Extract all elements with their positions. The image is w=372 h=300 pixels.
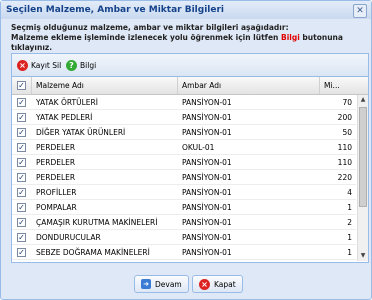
cell-miktar: 1	[347, 248, 352, 257]
cell-malzeme: DONDURUCULAR	[36, 233, 101, 242]
cell-malzeme: YATAK ÖRTÜLERİ	[36, 98, 98, 107]
row-checkbox[interactable]: ✓	[17, 233, 26, 242]
cell-ambar: PANSİYON-01	[182, 98, 232, 107]
cell-miktar: 50	[342, 128, 352, 137]
cell-ambar: PANSİYON-01	[182, 248, 232, 257]
cell-miktar: 2	[347, 218, 352, 227]
cell-ambar: PANSİYON-01	[182, 188, 232, 197]
row-checkbox[interactable]: ✓	[17, 203, 26, 212]
grid-header: ✓ Malzeme Adı Ambar Adı Mi...	[12, 77, 368, 95]
cell-ambar: PANSİYON-01	[182, 113, 232, 122]
info-line-2-start: Malzeme ekleme işleminde izlenecek yolu …	[11, 33, 281, 42]
row-checkbox[interactable]: ✓	[17, 248, 26, 257]
grid-panel: × Kayıt Sil ? Bilgi ✓ Malzeme Adı Ambar …	[11, 53, 369, 263]
table-row[interactable]: ✓ PERDELER PANSİYON-01 220	[12, 170, 356, 185]
arrow-right-icon: ➜	[141, 279, 151, 289]
table-row[interactable]: ✓ DİĞER YATAK ÜRÜNLERİ PANSİYON-01 50	[12, 125, 356, 140]
vertical-scrollbar[interactable]: ▲ ▼	[357, 95, 368, 261]
grid-toolbar: × Kayıt Sil ? Bilgi	[12, 54, 368, 77]
cell-ambar: PANSİYON-01	[182, 233, 232, 242]
row-checkbox[interactable]: ✓	[17, 218, 26, 227]
info-text: Seçmiş olduğunuz malzeme, ambar ve mikta…	[11, 23, 366, 53]
cell-miktar: 200	[337, 113, 352, 122]
help-icon: ?	[66, 59, 77, 71]
row-checkbox[interactable]: ✓	[17, 158, 26, 167]
cancel-icon: ×	[199, 278, 210, 290]
table-row[interactable]: ✓ SEBZE DOĞRAMA MAKİNELERİ PANSİYON-01 1	[12, 245, 356, 260]
cell-malzeme: PROFİLLER	[36, 188, 77, 197]
dialog-window: Seçilen Malzeme, Ambar ve Miktar Bilgile…	[0, 0, 372, 300]
cell-miktar: 110	[337, 143, 352, 152]
column-header-ambar[interactable]: Ambar Adı	[178, 77, 320, 94]
cell-ambar: PANSİYON-01	[182, 173, 232, 182]
cell-miktar: 1	[347, 233, 352, 242]
cell-malzeme: PERDELER	[36, 173, 76, 182]
delete-record-label: Kayıt Sil	[31, 60, 62, 70]
table-row[interactable]: ✓ PERDELER OKUL-01 110	[12, 140, 356, 155]
cell-malzeme: POMPALAR	[36, 203, 77, 212]
cell-ambar: PANSİYON-01	[182, 203, 232, 212]
close-icon[interactable]: ✕	[353, 4, 367, 18]
cell-miktar: 70	[342, 98, 352, 107]
table-row[interactable]: ✓ YATAK ÖRTÜLERİ PANSİYON-01 70	[12, 95, 356, 110]
cell-miktar: 220	[337, 173, 352, 182]
cell-ambar: OKUL-01	[182, 143, 215, 152]
cell-miktar: 4	[347, 188, 352, 197]
header-checkbox-cell: ✓	[12, 77, 32, 94]
table-row[interactable]: ✓ PROFİLLER PANSİYON-01 4	[12, 185, 356, 200]
window-title: Seçilen Malzeme, Ambar ve Miktar Bilgile…	[6, 5, 225, 15]
cell-ambar: PANSİYON-01	[182, 158, 232, 167]
cell-malzeme: PERDELER	[36, 158, 76, 167]
scroll-down-icon[interactable]: ▼	[358, 251, 368, 261]
row-checkbox[interactable]: ✓	[17, 98, 26, 107]
table-row[interactable]: ✓ POMPALAR PANSİYON-01 1	[12, 200, 356, 215]
row-checkbox[interactable]: ✓	[17, 113, 26, 122]
cell-ambar: PANSİYON-01	[182, 128, 232, 137]
cell-malzeme: ÇAMAŞIR KURUTMA MAKİNELERİ	[36, 218, 158, 227]
table-row[interactable]: ✓ ÇAMAŞIR KURUTMA MAKİNELERİ PANSİYON-01 2	[12, 215, 356, 230]
cell-malzeme: DİĞER YATAK ÜRÜNLERİ	[36, 128, 126, 137]
row-checkbox[interactable]: ✓	[17, 128, 26, 137]
cell-malzeme: PERDELER	[36, 143, 76, 152]
row-checkbox[interactable]: ✓	[17, 143, 26, 152]
column-header-malzeme[interactable]: Malzeme Adı	[32, 77, 178, 94]
info-button[interactable]: ? Bilgi	[66, 58, 96, 72]
info-line-1: Seçmiş olduğunuz malzeme, ambar ve mikta…	[11, 23, 289, 32]
cell-ambar: PANSİYON-01	[182, 218, 232, 227]
close-label: Kapat	[214, 279, 236, 289]
cell-miktar: 110	[337, 158, 352, 167]
continue-button[interactable]: ➜ Devam	[134, 275, 189, 293]
info-link[interactable]: Bilgi	[281, 33, 300, 42]
delete-record-button[interactable]: × Kayıt Sil	[17, 58, 61, 72]
close-button[interactable]: × Kapat	[192, 275, 243, 293]
continue-label: Devam	[155, 279, 182, 289]
cell-miktar: 1	[347, 203, 352, 212]
row-checkbox[interactable]: ✓	[17, 173, 26, 182]
table-row[interactable]: ✓ DONDURUCULAR PANSİYON-01 1	[12, 230, 356, 245]
table-row[interactable]: ✓ PERDELER PANSİYON-01 110	[12, 155, 356, 170]
row-checkbox[interactable]: ✓	[17, 188, 26, 197]
table-row[interactable]: ✓ YATAK PEDLERİ PANSİYON-01 200	[12, 110, 356, 125]
cell-malzeme: SEBZE DOĞRAMA MAKİNELERİ	[36, 248, 150, 257]
info-line-2: Malzeme ekleme işleminde izlenecek yolu …	[11, 33, 366, 53]
grid-body: ✓ YATAK ÖRTÜLERİ PANSİYON-01 70 ✓ YATAK PEDLE…	[12, 95, 356, 261]
title-bar[interactable]: Seçilen Malzeme, Ambar ve Miktar Bilgile…	[1, 1, 371, 19]
delete-icon: ×	[17, 59, 28, 71]
info-button-label: Bilgi	[80, 60, 97, 70]
scroll-thumb[interactable]	[359, 107, 367, 207]
select-all-checkbox[interactable]: ✓	[17, 81, 26, 90]
scroll-up-icon[interactable]: ▲	[358, 95, 368, 105]
cell-malzeme: YATAK PEDLERİ	[36, 113, 93, 122]
column-header-miktar[interactable]: Mi...	[320, 77, 368, 94]
